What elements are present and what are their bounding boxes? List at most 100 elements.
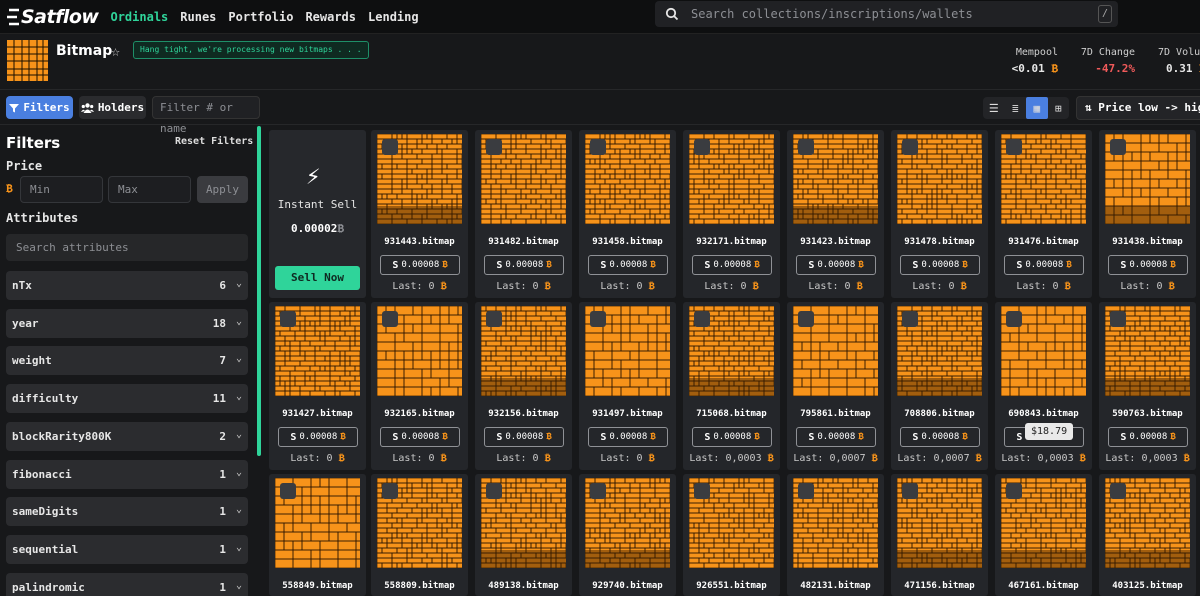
select-checkbox[interactable] xyxy=(280,483,296,499)
attribute-row-5[interactable]: fibonacci 1 ⌄ xyxy=(6,460,248,489)
select-checkbox[interactable] xyxy=(1110,139,1126,155)
price-min-input[interactable]: Min xyxy=(20,176,103,203)
bitmap-thumbnail[interactable] xyxy=(1001,306,1086,396)
bitmap-card[interactable]: 931427.bitmap S 0.00008 ₿ Last: 0 ₿ xyxy=(269,302,366,470)
large-grid-view-icon[interactable]: ⊞ xyxy=(1048,97,1070,119)
attribute-row-2[interactable]: weight 7 ⌄ xyxy=(6,346,248,375)
select-checkbox[interactable] xyxy=(486,311,502,327)
bitmap-card[interactable]: 482131.bitmap xyxy=(787,474,884,596)
bitmap-card[interactable]: 708806.bitmap S 0.00008 ₿ Last: 0,0007 ₿ xyxy=(891,302,988,470)
buy-price-button[interactable]: S0.00008₿ xyxy=(380,427,460,447)
search-input[interactable]: Search collections/inscriptions/wallets xyxy=(691,7,973,21)
select-checkbox[interactable] xyxy=(902,483,918,499)
buy-price-button[interactable]: S0.00008₿ xyxy=(380,255,460,275)
bitmap-card[interactable]: 931438.bitmap S 0.00008 ₿ Last: 0 ₿ xyxy=(1099,130,1196,298)
bitmap-thumbnail[interactable] xyxy=(1105,306,1190,396)
nav-portfolio[interactable]: Portfolio xyxy=(228,10,293,24)
bitmap-thumbnail[interactable] xyxy=(1105,134,1190,224)
bitmap-card[interactable]: 932165.bitmap S 0.00008 ₿ Last: 0 ₿ xyxy=(371,302,468,470)
bitmap-card[interactable]: 467161.bitmap xyxy=(995,474,1092,596)
select-checkbox[interactable] xyxy=(382,139,398,155)
bitmap-thumbnail[interactable] xyxy=(377,478,462,568)
favorite-star-icon[interactable]: ☆ xyxy=(111,42,120,60)
select-checkbox[interactable] xyxy=(902,311,918,327)
bitmap-card[interactable]: 932171.bitmap S 0.00008 ₿ Last: 0 ₿ xyxy=(683,130,780,298)
bitmap-thumbnail[interactable] xyxy=(1001,134,1086,224)
attribute-row-0[interactable]: nTx 6 ⌄ xyxy=(6,271,248,300)
bitmap-card[interactable]: 403125.bitmap xyxy=(1099,474,1196,596)
select-checkbox[interactable] xyxy=(590,483,606,499)
buy-price-button[interactable]: S0.00008₿ xyxy=(484,427,564,447)
bitmap-thumbnail[interactable] xyxy=(793,134,878,224)
bitmap-card[interactable]: 929740.bitmap xyxy=(579,474,676,596)
filters-toggle-button[interactable]: Filters xyxy=(6,96,73,119)
compact-list-view-icon[interactable]: ≣ xyxy=(1005,97,1027,119)
buy-price-button[interactable]: S0.00008₿ xyxy=(1004,255,1084,275)
buy-price-button[interactable]: S0.00008₿ xyxy=(278,427,358,447)
sell-now-button[interactable]: Sell Now xyxy=(275,266,360,290)
bitmap-card[interactable]: 795861.bitmap S 0.00008 ₿ Last: 0,0007 ₿ xyxy=(787,302,884,470)
buy-price-button[interactable]: S0.00008₿ xyxy=(588,427,668,447)
buy-price-button[interactable]: S0.00008₿ xyxy=(484,255,564,275)
bitmap-thumbnail[interactable] xyxy=(689,134,774,224)
bitmap-card[interactable]: 931478.bitmap S 0.00008 ₿ Last: 0 ₿ xyxy=(891,130,988,298)
list-view-icon[interactable]: ☰ xyxy=(983,97,1005,119)
bitmap-card[interactable]: 931443.bitmap S 0.00008 ₿ Last: 0 ₿ xyxy=(371,130,468,298)
buy-price-button[interactable]: S0.00008₿ xyxy=(692,255,772,275)
bitmap-card[interactable]: 471156.bitmap xyxy=(891,474,988,596)
buy-price-button[interactable]: S0.00008₿ xyxy=(588,255,668,275)
bitmap-thumbnail[interactable] xyxy=(481,478,566,568)
attribute-row-6[interactable]: sameDigits 1 ⌄ xyxy=(6,497,248,526)
select-checkbox[interactable] xyxy=(382,311,398,327)
select-checkbox[interactable] xyxy=(486,139,502,155)
bitmap-thumbnail[interactable] xyxy=(585,306,670,396)
bitmap-thumbnail[interactable] xyxy=(585,478,670,568)
bitmap-card[interactable]: 715068.bitmap S 0.00008 ₿ Last: 0,0003 ₿ xyxy=(683,302,780,470)
price-max-input[interactable]: Max xyxy=(108,176,191,203)
select-checkbox[interactable] xyxy=(1110,311,1126,327)
satflow-logo[interactable]: Satflow xyxy=(6,6,99,28)
bitmap-card[interactable]: 558849.bitmap xyxy=(269,474,366,596)
select-checkbox[interactable] xyxy=(798,311,814,327)
buy-price-button[interactable]: S0.00008₿ xyxy=(1108,427,1188,447)
bitmap-thumbnail[interactable] xyxy=(377,306,462,396)
buy-price-button[interactable]: S0.00008₿ xyxy=(900,255,980,275)
bitmap-thumbnail[interactable] xyxy=(481,134,566,224)
select-checkbox[interactable] xyxy=(1006,139,1022,155)
bitmap-thumbnail[interactable] xyxy=(689,306,774,396)
filter-number-input[interactable]: Filter # or name xyxy=(152,96,260,135)
buy-price-button[interactable]: S0.00008₿ xyxy=(796,427,876,447)
bitmap-card[interactable]: 931476.bitmap S 0.00008 ₿ Last: 0 ₿ xyxy=(995,130,1092,298)
reset-filters-button[interactable]: Reset Filters xyxy=(175,136,253,147)
select-checkbox[interactable] xyxy=(486,483,502,499)
bitmap-thumbnail[interactable] xyxy=(897,134,982,224)
bitmap-thumbnail[interactable] xyxy=(1105,478,1190,568)
select-checkbox[interactable] xyxy=(590,311,606,327)
bitmap-thumbnail[interactable] xyxy=(275,478,360,568)
bitmap-thumbnail[interactable] xyxy=(585,134,670,224)
bitmap-card[interactable]: 558809.bitmap xyxy=(371,474,468,596)
select-checkbox[interactable] xyxy=(694,483,710,499)
bitmap-card[interactable]: 931482.bitmap S 0.00008 ₿ Last: 0 ₿ xyxy=(475,130,572,298)
attribute-row-3[interactable]: difficulty 11 ⌄ xyxy=(6,384,248,413)
bitmap-card[interactable]: 931458.bitmap S 0.00008 ₿ Last: 0 ₿ xyxy=(579,130,676,298)
select-checkbox[interactable] xyxy=(1110,483,1126,499)
buy-price-button[interactable]: S0.00008₿ xyxy=(900,427,980,447)
select-checkbox[interactable] xyxy=(694,311,710,327)
nav-lending[interactable]: Lending xyxy=(368,10,419,24)
bitmap-thumbnail[interactable] xyxy=(377,134,462,224)
nav-runes[interactable]: Runes xyxy=(180,10,216,24)
global-search[interactable]: Search collections/inscriptions/wallets … xyxy=(655,1,1118,27)
select-checkbox[interactable] xyxy=(798,139,814,155)
bitmap-thumbnail[interactable] xyxy=(689,478,774,568)
attribute-search-input[interactable]: Search attributes xyxy=(6,234,248,261)
attribute-row-1[interactable]: year 18 ⌄ xyxy=(6,309,248,338)
holders-button[interactable]: Holders xyxy=(79,96,146,119)
bitmap-card[interactable]: 690843.bitmapS0.00008₿Last: 0,0003 ₿$18.… xyxy=(995,302,1092,470)
bitmap-card[interactable]: 590763.bitmap S 0.00008 ₿ Last: 0,0003 ₿ xyxy=(1099,302,1196,470)
sidebar-scrollbar[interactable] xyxy=(257,126,261,456)
select-checkbox[interactable] xyxy=(382,483,398,499)
select-checkbox[interactable] xyxy=(902,139,918,155)
select-checkbox[interactable] xyxy=(1006,311,1022,327)
buy-price-button[interactable]: S0.00008₿ xyxy=(796,255,876,275)
